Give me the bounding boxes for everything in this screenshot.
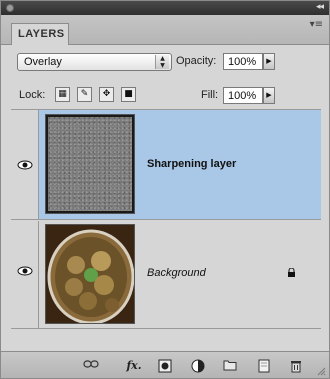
blend-mode-select[interactable]: Overlay ▲ ▼ xyxy=(17,53,172,71)
link-layers-icon[interactable] xyxy=(83,359,99,373)
layer-name[interactable]: Background xyxy=(147,267,206,279)
delete-layer-icon[interactable] xyxy=(289,359,303,373)
visibility-toggle[interactable] xyxy=(11,110,39,219)
link-glyph xyxy=(83,360,99,368)
blend-mode-value: Overlay xyxy=(24,56,62,68)
fill-field[interactable]: 100% xyxy=(223,87,263,104)
layer-row-sharpening[interactable]: Sharpening layer xyxy=(11,110,321,220)
eye-icon xyxy=(17,160,33,170)
resize-grip-icon[interactable] xyxy=(316,366,326,376)
new-layer-icon[interactable] xyxy=(257,359,271,373)
opacity-field[interactable]: 100% xyxy=(223,53,263,70)
close-panel-button[interactable] xyxy=(6,4,14,12)
opacity-label: Opacity: xyxy=(176,55,217,67)
select-arrows-icon: ▲ ▼ xyxy=(155,55,169,69)
layers-panel: ◂◂ LAYERS ▾≡ Overlay ▲ ▼ Opacity: 100% ▶ … xyxy=(0,0,330,379)
adjustment-layer-icon[interactable] xyxy=(191,359,205,373)
opacity-slider-button[interactable]: ▶ xyxy=(263,53,275,70)
tab-layers[interactable]: LAYERS xyxy=(11,23,69,45)
lock-transparent-pixels-icon[interactable]: ▦ xyxy=(55,87,70,102)
adjustment-glyph xyxy=(191,359,205,373)
panel-tab-row: LAYERS ▾≡ xyxy=(1,15,329,45)
trash-glyph xyxy=(291,361,301,373)
new-group-icon[interactable] xyxy=(223,359,237,373)
collapse-panel-icon[interactable]: ◂◂ xyxy=(316,2,324,12)
mask-glyph xyxy=(158,359,172,373)
background-image-thumbnail xyxy=(46,225,134,323)
layer-list-empty-area xyxy=(11,330,321,350)
add-mask-icon[interactable] xyxy=(158,359,172,373)
layer-thumbnail xyxy=(45,224,135,324)
lock-position-icon[interactable]: ✥ xyxy=(99,87,114,102)
lock-image-pixels-icon[interactable]: ✎ xyxy=(77,87,92,102)
eye-icon xyxy=(17,266,33,276)
layer-name[interactable]: Sharpening layer xyxy=(147,158,236,170)
layers-bottom-toolbar: fx. xyxy=(1,351,329,378)
lock-all-icon[interactable]: ■ xyxy=(121,87,136,102)
layer-style-fx-icon[interactable]: fx. xyxy=(123,359,145,373)
page-glyph xyxy=(258,359,270,373)
layer-row-background[interactable]: Background xyxy=(11,221,321,329)
panel-menu-icon[interactable]: ▾≡ xyxy=(310,19,323,30)
visibility-toggle[interactable] xyxy=(11,221,39,328)
panel-titlebar: ◂◂ xyxy=(1,1,329,15)
folder-glyph xyxy=(223,360,237,371)
layer-lock-icon xyxy=(288,268,295,277)
lock-label: Lock: xyxy=(19,89,46,101)
layer-thumbnail xyxy=(45,114,135,214)
fill-label: Fill: xyxy=(201,89,219,101)
fill-slider-button[interactable]: ▶ xyxy=(263,87,275,104)
